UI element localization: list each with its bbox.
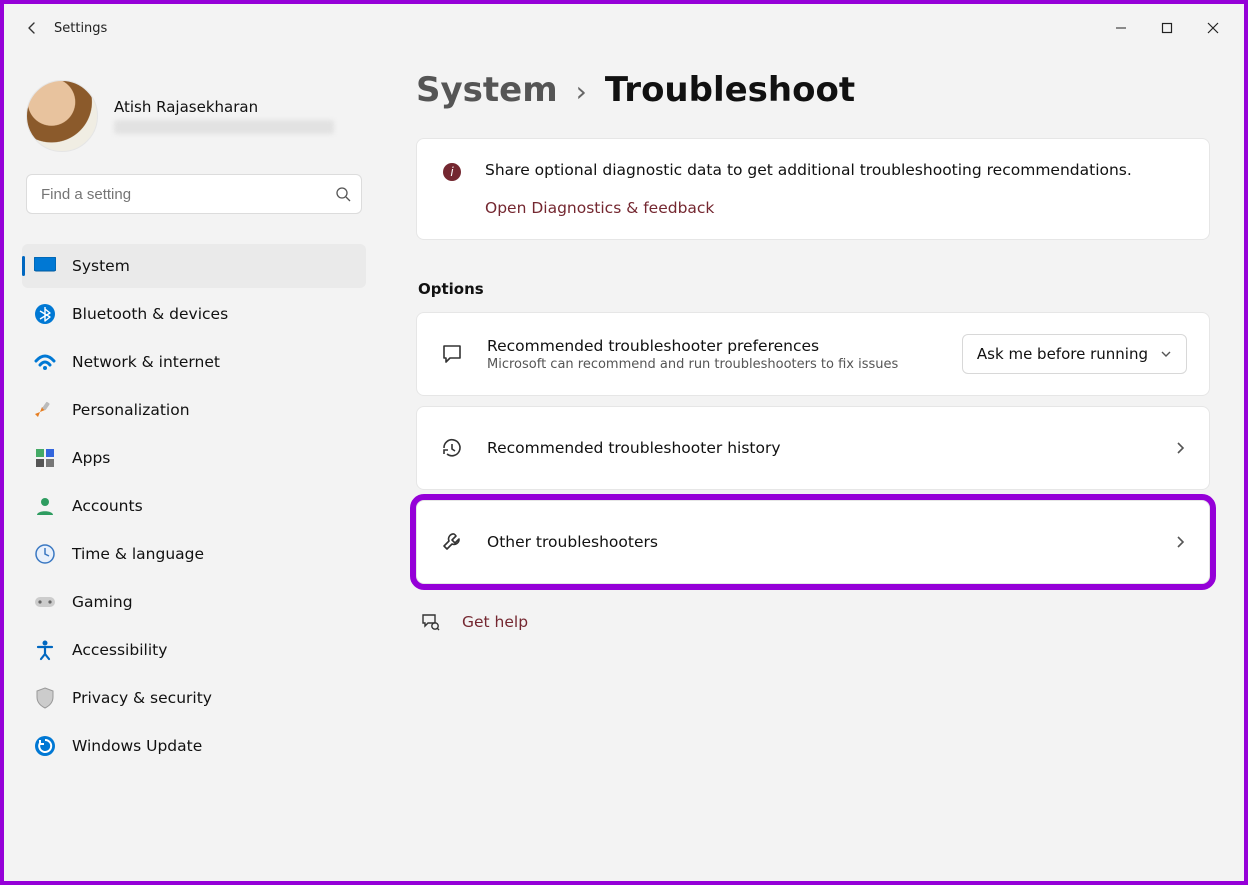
nav-label: Personalization (72, 401, 190, 419)
help-icon (420, 612, 440, 632)
info-icon: i (443, 163, 461, 181)
user-account-row[interactable]: Atish Rajasekharan (26, 80, 368, 152)
apps-icon (34, 447, 56, 469)
nav-time-language[interactable]: Time & language (22, 532, 366, 576)
card-subtitle: Microsoft can recommend and run troubles… (487, 357, 898, 372)
card-title: Other troubleshooters (487, 533, 658, 551)
get-help-row[interactable]: Get help (416, 612, 1210, 632)
recommended-preferences-card: Recommended troubleshooter preferences M… (416, 312, 1210, 396)
close-button[interactable] (1190, 12, 1236, 44)
nav-label: Bluetooth & devices (72, 305, 228, 323)
nav-label: Privacy & security (72, 689, 212, 707)
nav-label: Apps (72, 449, 110, 467)
user-name: Atish Rajasekharan (114, 98, 334, 116)
person-icon (34, 495, 56, 517)
nav-label: Time & language (72, 545, 204, 563)
banner-message: Share optional diagnostic data to get ad… (485, 161, 1132, 179)
system-icon (34, 255, 56, 277)
bluetooth-icon (34, 303, 56, 325)
nav-privacy[interactable]: Privacy & security (22, 676, 366, 720)
maximize-button[interactable] (1144, 12, 1190, 44)
nav-accounts[interactable]: Accounts (22, 484, 366, 528)
content-area: System › Troubleshoot i Share optional d… (384, 52, 1244, 881)
nav-gaming[interactable]: Gaming (22, 580, 366, 624)
page-title: Troubleshoot (605, 70, 855, 110)
preferences-dropdown[interactable]: Ask me before running (962, 334, 1187, 374)
chevron-right-icon: › (576, 75, 587, 108)
get-help-link[interactable]: Get help (462, 613, 528, 631)
open-diagnostics-link[interactable]: Open Diagnostics & feedback (485, 199, 714, 217)
nav-label: Accounts (72, 497, 143, 515)
avatar (26, 80, 98, 152)
options-heading: Options (418, 280, 1210, 298)
nav-label: System (72, 257, 130, 275)
nav-label: Windows Update (72, 737, 202, 755)
wrench-icon (439, 530, 465, 554)
nav-personalization[interactable]: Personalization (22, 388, 366, 432)
search-input[interactable] (27, 186, 325, 203)
clock-globe-icon (34, 543, 56, 565)
nav-accessibility[interactable]: Accessibility (22, 628, 366, 672)
minimize-button[interactable] (1098, 12, 1144, 44)
gamepad-icon (34, 591, 56, 613)
nav-label: Gaming (72, 593, 133, 611)
shield-icon (34, 687, 56, 709)
dropdown-value: Ask me before running (977, 345, 1148, 363)
chat-icon (439, 342, 465, 366)
search-input-wrapper[interactable] (26, 174, 362, 214)
nav-bluetooth[interactable]: Bluetooth & devices (22, 292, 366, 336)
card-title: Recommended troubleshooter history (487, 439, 781, 457)
sidebar: Atish Rajasekharan System Bluetooth & de… (4, 52, 384, 881)
nav-apps[interactable]: Apps (22, 436, 366, 480)
card-title: Recommended troubleshooter preferences (487, 337, 898, 355)
window-title: Settings (54, 21, 107, 36)
breadcrumb: System › Troubleshoot (416, 70, 1210, 110)
breadcrumb-root[interactable]: System (416, 70, 558, 110)
nav-label: Accessibility (72, 641, 167, 659)
history-icon (439, 436, 465, 460)
nav-windows-update[interactable]: Windows Update (22, 724, 366, 768)
nav-network[interactable]: Network & internet (22, 340, 366, 384)
chevron-right-icon (1173, 441, 1187, 455)
nav-menu: System Bluetooth & devices Network & int… (20, 244, 368, 768)
paintbrush-icon (34, 399, 56, 421)
nav-label: Network & internet (72, 353, 220, 371)
search-icon (325, 186, 361, 202)
chevron-down-icon (1160, 348, 1172, 360)
other-troubleshooters-card[interactable]: Other troubleshooters (416, 500, 1210, 584)
wifi-icon (34, 351, 56, 373)
window-controls (1098, 12, 1236, 44)
accessibility-icon (34, 639, 56, 661)
update-icon (34, 735, 56, 757)
diagnostic-banner: i Share optional diagnostic data to get … (416, 138, 1210, 240)
title-bar: Settings (4, 4, 1244, 52)
back-button[interactable] (12, 20, 52, 36)
nav-system[interactable]: System (22, 244, 366, 288)
chevron-right-icon (1173, 535, 1187, 549)
troubleshooter-history-card[interactable]: Recommended troubleshooter history (416, 406, 1210, 490)
user-email-blurred (114, 120, 334, 134)
